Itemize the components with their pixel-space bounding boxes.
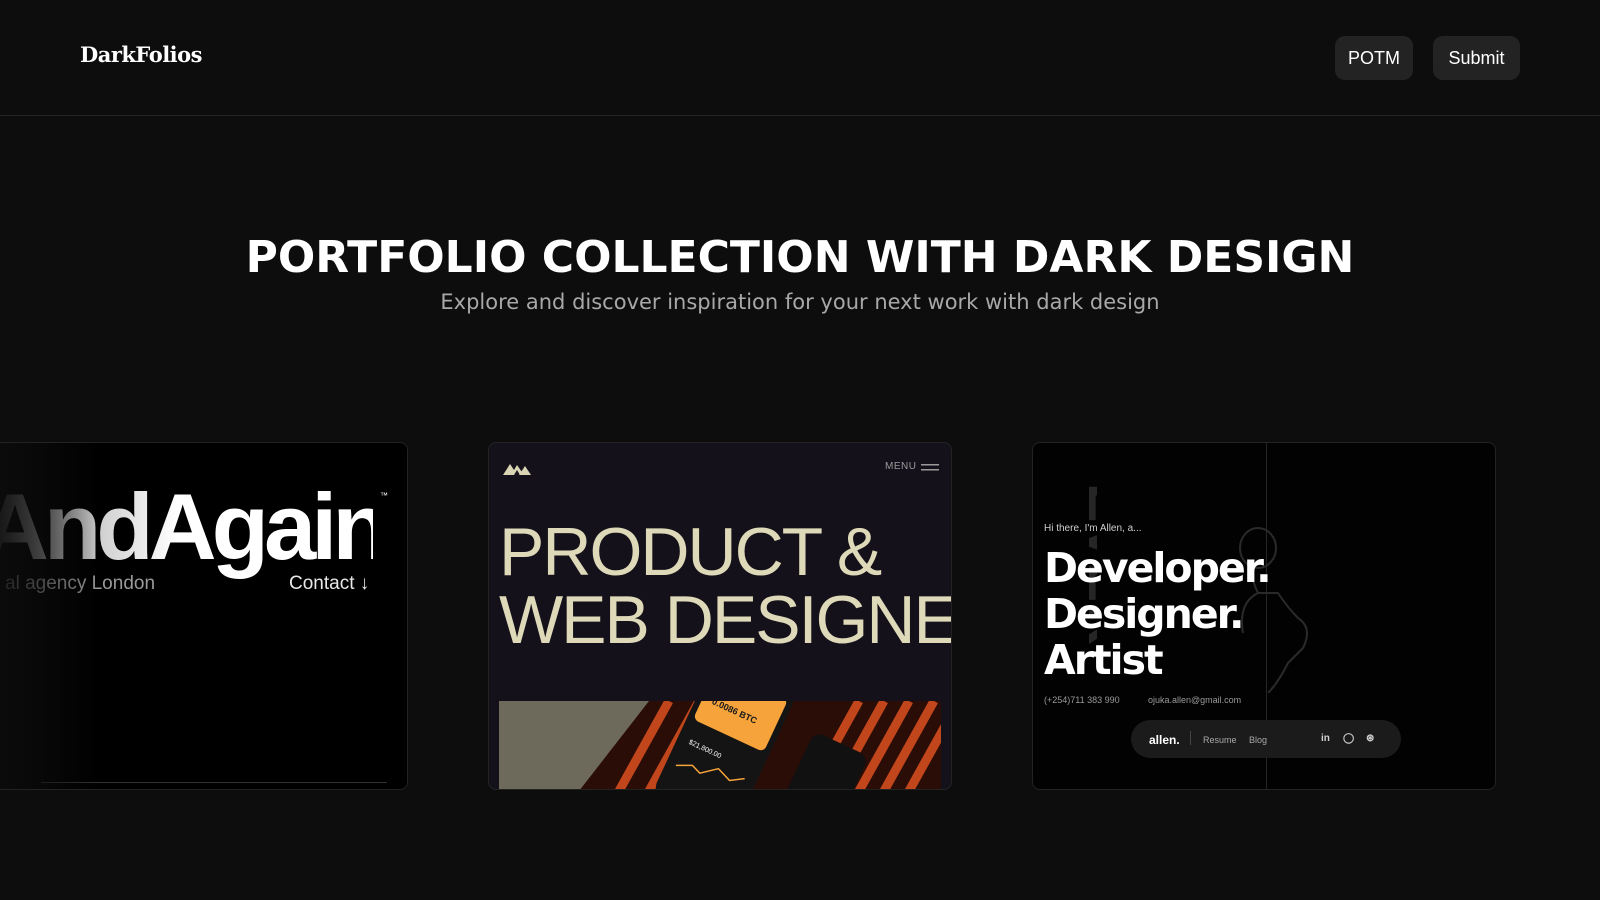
card-andagain-contact-link: Contact ↓	[289, 573, 370, 594]
card-allen-headline: Developer. Designer. Artist	[1044, 544, 1272, 684]
mountain-logo-icon	[503, 464, 531, 475]
submit-button[interactable]: Submit	[1433, 36, 1520, 80]
card-allen-resume-link: Resume	[1203, 735, 1237, 745]
headline-designer: Designer.	[1044, 590, 1245, 638]
dribbble-icon: ⊛	[1366, 733, 1375, 744]
phone-mockup-image: 0.0086 BTC $21,800.00	[499, 701, 941, 789]
github-icon: ◯	[1343, 733, 1355, 744]
site-header: DarkFolios POTM Submit	[0, 0, 1600, 116]
headline-developer: Developer.	[1044, 544, 1272, 592]
trademark-symbol: ™	[380, 491, 388, 500]
card-allen-phone: (+254)711 383 990	[1044, 695, 1120, 705]
linkedin-icon: in	[1321, 733, 1330, 744]
headline-artist: Artist	[1044, 636, 1164, 684]
card-product-title-line1: PRODUCT &	[499, 514, 882, 590]
menu-icon	[921, 464, 939, 471]
portfolio-card-andagain[interactable]: AndAgain ™ al agency London Contact ↓	[0, 442, 408, 790]
potm-button[interactable]: POTM	[1335, 36, 1413, 80]
card-allen-brand: allen.	[1149, 733, 1180, 747]
page-title: PORTFOLIO COLLECTION WITH DARK DESIGN	[245, 232, 1355, 283]
divider	[1190, 731, 1191, 745]
card-allen-blog-link: Blog	[1249, 735, 1268, 745]
portfolio-card-allen[interactable]: EVER SI Hi there, I'm Allen, a... Develo…	[1032, 442, 1496, 790]
card-product-title-line2: WEB DESIGNER	[499, 582, 951, 658]
edge-fade	[0, 443, 101, 789]
card-allen-email: ojuka.allen@gmail.com	[1148, 695, 1242, 705]
site-logo[interactable]: DarkFolios	[80, 42, 202, 67]
menu-label: MENU	[885, 461, 917, 472]
card-allen-intro: Hi there, I'm Allen, a...	[1044, 523, 1142, 534]
portfolio-card-product-designer[interactable]: MENU PRODUCT & WEB DESIGNER 0.0086 BTC $	[488, 442, 952, 790]
page-subtitle: Explore and discover inspiration for you…	[440, 290, 1160, 314]
